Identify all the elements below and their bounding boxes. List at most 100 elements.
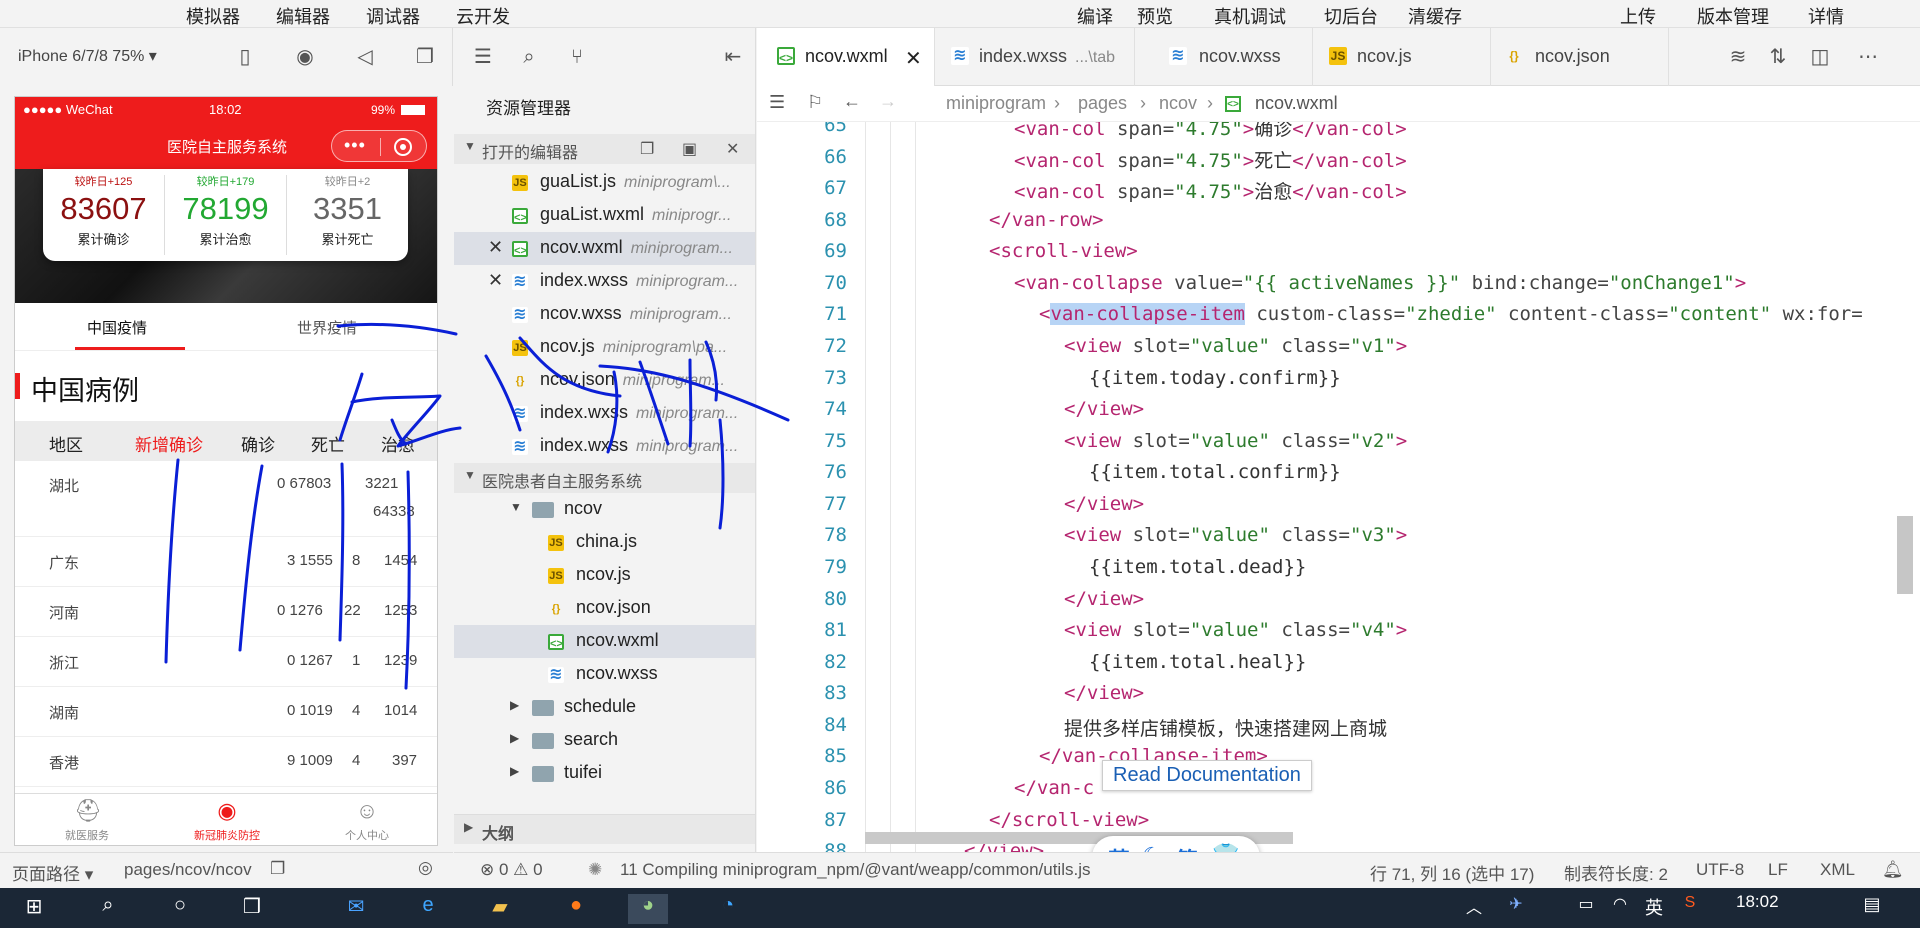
copy-icon[interactable]: ❐ bbox=[270, 859, 285, 879]
device-select[interactable]: iPhone 6/7/8 75% ▾ bbox=[18, 46, 157, 66]
open-file-item[interactable]: {} ncov.json miniprogram... bbox=[454, 364, 755, 397]
notification-icon[interactable]: ▤ bbox=[1852, 894, 1892, 924]
open-file-item[interactable]: ✕ <> ncov.wxml miniprogram... bbox=[454, 232, 755, 265]
bookmark-icon[interactable]: ⚐ bbox=[807, 92, 823, 113]
upload-button[interactable]: 上传 bbox=[1620, 3, 1656, 29]
tab-ncov-json[interactable]: {} ncov.json bbox=[1491, 28, 1669, 86]
file-item[interactable]: ≋ ncov.wxss bbox=[454, 658, 755, 691]
sogou-icon[interactable]: S bbox=[1670, 894, 1710, 924]
table-row[interactable]: 湖南 0 1019 4 1014 bbox=[15, 687, 437, 737]
tab-world[interactable]: 世界疫情 bbox=[297, 317, 357, 338]
open-file-item[interactable]: JS guaList.js miniprogram\... bbox=[454, 166, 755, 199]
save-all-icon[interactable]: ▣ bbox=[682, 139, 697, 159]
background-button[interactable]: 切后台 bbox=[1324, 3, 1378, 29]
bell-icon[interactable]: 🔔︎ bbox=[1882, 860, 1904, 880]
breadcrumb-item[interactable]: ncov.wxml bbox=[1255, 93, 1338, 114]
tab-ncov-wxml[interactable]: <> ncov.wxml ✕ bbox=[757, 28, 935, 86]
network-app-icon[interactable]: ✈ bbox=[1496, 894, 1536, 924]
breadcrumb-item[interactable]: miniprogram bbox=[946, 93, 1046, 114]
preview-eye-icon[interactable]: ◎ bbox=[418, 858, 433, 878]
open-file-item[interactable]: ≋ ncov.wxss miniprogram... bbox=[454, 298, 755, 331]
tab-ncov-wxss[interactable]: ≋ ncov.wxss bbox=[1135, 28, 1313, 86]
edge-icon[interactable]: e bbox=[408, 894, 448, 924]
open-file-item[interactable]: ≋ index.wxss miniprogram... bbox=[454, 397, 755, 430]
more-actions-icon[interactable]: ⋯ bbox=[1855, 44, 1881, 70]
line-ending[interactable]: LF bbox=[1768, 860, 1788, 880]
tab-size[interactable]: 制表符长度: 2 bbox=[1564, 860, 1668, 885]
page-path-toggle[interactable]: 页面路径 ▾ bbox=[12, 860, 93, 885]
outline-header[interactable]: ▶ 大纲 bbox=[454, 814, 755, 844]
tabbar-profile[interactable]: ☺ 个人中心 bbox=[317, 798, 417, 843]
compare-icon[interactable]: ⇅ bbox=[1765, 44, 1791, 70]
menu-editor[interactable]: 编辑器 bbox=[276, 3, 330, 29]
project-header[interactable]: ▼ 医院患者自主服务系统 bbox=[454, 463, 755, 493]
chevron-up-icon[interactable]: ︿ bbox=[1454, 894, 1494, 924]
open-file-item[interactable]: ✕ ≋ index.wxss miniprogram... bbox=[454, 265, 755, 298]
close-miniprogram-icon[interactable] bbox=[394, 138, 412, 156]
breadcrumb-item[interactable]: pages bbox=[1078, 93, 1127, 114]
capsule-menu[interactable]: ••• bbox=[331, 130, 427, 162]
file-explorer-icon[interactable]: ▰ bbox=[480, 894, 520, 924]
tabbar-covid[interactable]: ◉ 新冠肺炎防控 bbox=[177, 798, 277, 843]
close-all-icon[interactable]: ✕ bbox=[726, 139, 739, 159]
menu-debugger[interactable]: 调试器 bbox=[366, 3, 420, 29]
table-row[interactable]: 广东 3 1555 8 1454 bbox=[15, 537, 437, 587]
vertical-scrollbar[interactable] bbox=[1897, 516, 1913, 594]
folder-item[interactable]: ▶ search bbox=[454, 724, 755, 757]
new-file-icon[interactable]: ❐ bbox=[640, 139, 654, 159]
file-item[interactable]: {} ncov.json bbox=[454, 592, 755, 625]
folder-item[interactable]: ▼ ncov bbox=[454, 493, 755, 526]
css-icon[interactable]: ≋ bbox=[1725, 44, 1751, 70]
mail-icon[interactable]: ✉ bbox=[336, 894, 376, 924]
ime-indicator[interactable]: 英 bbox=[1634, 894, 1674, 924]
close-icon[interactable]: ✕ bbox=[488, 237, 503, 258]
language-mode[interactable]: XML bbox=[1820, 860, 1855, 880]
window-icon[interactable]: ❐ bbox=[412, 44, 438, 70]
remote-debug-button[interactable]: 真机调试 bbox=[1214, 3, 1286, 29]
table-row[interactable]: 湖北 0 67803 3221 64338 bbox=[15, 461, 437, 537]
table-row[interactable]: 0 1276 河南 22 1253 bbox=[15, 587, 437, 637]
table-row[interactable]: 香港 9 1009 4 397 bbox=[15, 737, 437, 787]
problems-indicator[interactable]: ⊗ 0 ⚠ 0 bbox=[480, 860, 543, 880]
tab-china[interactable]: 中国疫情 bbox=[87, 317, 147, 338]
outline-list-icon[interactable]: ☰ bbox=[769, 92, 785, 113]
clock[interactable]: 18:02 bbox=[1736, 892, 1779, 912]
firefox-icon[interactable]: ● bbox=[556, 894, 596, 924]
search-icon[interactable]: ⌕ bbox=[516, 44, 542, 70]
file-item[interactable]: JS ncov.js bbox=[454, 559, 755, 592]
phone-icon[interactable]: ▯ bbox=[232, 44, 258, 70]
stop-icon[interactable]: ◉ bbox=[292, 44, 318, 70]
tab-index-wxss[interactable]: ≋ index.wxss ...\tab bbox=[935, 28, 1135, 86]
open-file-item[interactable]: <> guaList.wxml miniprogr... bbox=[454, 199, 755, 232]
cortana-icon[interactable]: ○ bbox=[160, 894, 200, 924]
breadcrumb-item[interactable]: ncov bbox=[1159, 93, 1197, 114]
tab-ncov-js[interactable]: JS ncov.js bbox=[1313, 28, 1491, 86]
qq-browser-icon[interactable]: ◔ bbox=[708, 894, 748, 924]
collapse-panel-icon[interactable]: ⇤ bbox=[720, 44, 746, 70]
read-docs-tooltip[interactable]: Read Documentation bbox=[1102, 760, 1312, 791]
menu-cloud[interactable]: 云开发 bbox=[456, 3, 510, 29]
git-branch-icon[interactable]: ⑂ bbox=[564, 44, 590, 70]
wechat-devtools-icon[interactable]: ◕ bbox=[628, 894, 668, 924]
close-icon[interactable]: ✕ bbox=[488, 270, 503, 291]
windows-start-icon[interactable]: ⊞ bbox=[14, 894, 54, 924]
open-editors-header[interactable]: ▼ 打开的编辑器 ❐ ▣ ✕ bbox=[454, 134, 755, 164]
file-item[interactable]: JS china.js bbox=[454, 526, 755, 559]
compile-button[interactable]: 编译 bbox=[1077, 3, 1113, 29]
file-item[interactable]: <> ncov.wxml bbox=[454, 625, 755, 658]
clear-cache-button[interactable]: 清缓存 bbox=[1408, 3, 1462, 29]
more-icon[interactable]: ••• bbox=[344, 135, 366, 156]
task-view-icon[interactable]: ❒ bbox=[232, 894, 272, 924]
split-editor-icon[interactable]: ◫ bbox=[1807, 44, 1833, 70]
open-file-item[interactable]: JS ncov.js miniprogram\pa... bbox=[454, 331, 755, 364]
cursor-position[interactable]: 行 71, 列 16 (选中 17) bbox=[1370, 860, 1534, 885]
table-row[interactable]: 浙江 0 1267 1 1239 bbox=[15, 637, 437, 687]
encoding[interactable]: UTF-8 bbox=[1696, 860, 1744, 880]
open-file-item[interactable]: ≋ index.wxss miniprogram... bbox=[454, 430, 755, 463]
code-editor[interactable]: 65 66 67 68 69 70 71 72 73 74 75 76 77 7… bbox=[757, 122, 1920, 852]
menu-simulator[interactable]: 模拟器 bbox=[186, 3, 240, 29]
close-icon[interactable]: ✕ bbox=[905, 46, 922, 71]
list-icon[interactable]: ☰ bbox=[470, 44, 496, 70]
version-button[interactable]: 版本管理 bbox=[1697, 3, 1769, 29]
volume-icon[interactable]: ◁ bbox=[352, 44, 378, 70]
